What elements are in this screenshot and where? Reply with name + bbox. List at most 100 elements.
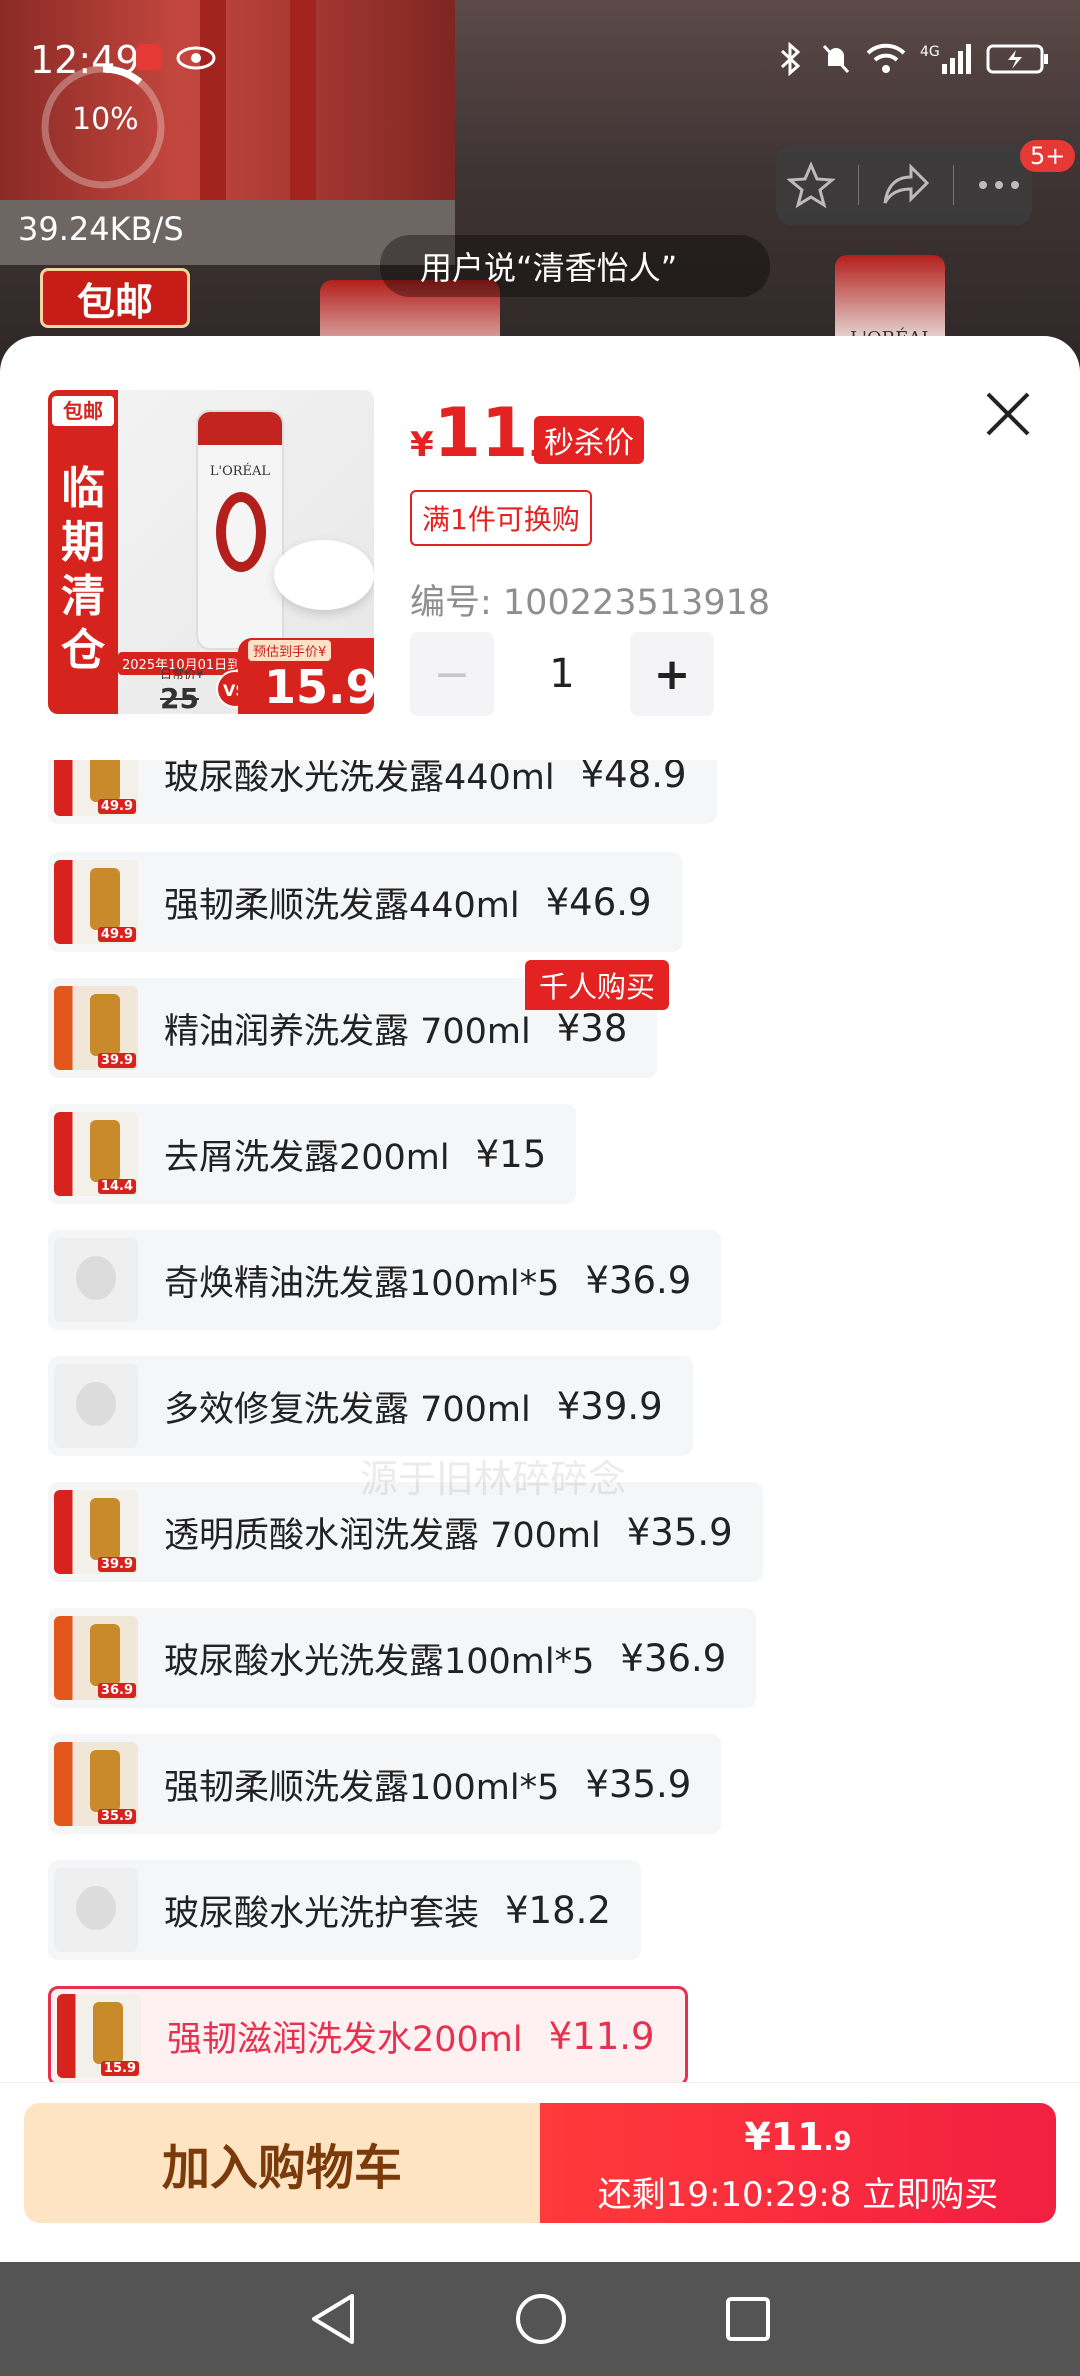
variant-label: 去屑洗发露200ml: [164, 1137, 450, 1178]
variant-item-selected[interactable]: 15.9 强韧滋润洗发水200ml ¥11.9: [48, 1986, 688, 2086]
variant-price: ¥36.9: [585, 1258, 692, 1302]
variant-item[interactable]: 14.4 去屑洗发露200ml ¥15: [48, 1104, 577, 1204]
top-action-pill: [776, 145, 1032, 225]
image-char: 期: [61, 517, 105, 568]
thumb-placeholder-shape: [76, 1382, 116, 1426]
free-shipping-badge: 包邮: [40, 268, 190, 328]
recents-icon[interactable]: [724, 2295, 772, 2343]
variant-thumbnail: 49.9: [54, 760, 138, 816]
share-icon[interactable]: [881, 163, 931, 207]
thumb-price: 49.9: [97, 927, 136, 942]
sku-selector-sheet: 包邮 临 期 清 仓 L'ORÉAL 2025年10月01日到期 日常价¥ 25 …: [0, 336, 1080, 2262]
variant-thumbnail: 49.9: [54, 860, 138, 944]
bottle-logo-shape: [216, 492, 266, 572]
signal-icon: 4G: [920, 44, 971, 74]
variant-item[interactable]: 玻尿酸水光洗护套装 ¥18.2: [48, 1860, 641, 1960]
variant-price: ¥11.9: [548, 2014, 655, 2058]
variant-label: 玻尿酸水光洗发露100ml*5: [164, 1641, 595, 1682]
thumb-product-shape: [90, 1120, 120, 1182]
variant-item[interactable]: 35.9 强韧柔顺洗发露100ml*5 ¥35.9: [48, 1734, 722, 1834]
seckill-badge: 秒杀价: [534, 416, 644, 464]
variant-price: ¥18.2: [505, 1888, 611, 1932]
daily-price-block: 日常价¥ 25: [160, 665, 204, 714]
quantity-minus-button[interactable]: −: [410, 632, 494, 716]
buy-now-button[interactable]: ¥11.9 还剩19:10:29:8 立即购买: [540, 2103, 1056, 2223]
image-free-shipping-tag: 包邮: [52, 396, 114, 426]
image-char: 临: [61, 463, 105, 514]
variant-price: ¥46.9: [545, 880, 652, 924]
variant-item[interactable]: 49.9 强韧柔顺洗发露440ml ¥46.9: [48, 852, 682, 952]
sku-number: 编号: 100223513918: [410, 583, 771, 623]
buy-countdown-text: 还剩19:10:29:8 立即购买: [597, 2175, 999, 2215]
thumb-placeholder-shape: [76, 1886, 116, 1930]
bluetooth-icon: [780, 42, 801, 76]
estimate-price-box: 预估到手价¥ 15.9: [238, 638, 374, 714]
estimate-label: 预估到手价¥: [248, 640, 332, 661]
hot-sale-tag: 千人购买: [525, 960, 670, 1010]
thumb-product-shape: [90, 1498, 120, 1560]
image-char: 仓: [61, 625, 105, 676]
bottle-brand: L'ORÉAL: [209, 464, 271, 479]
thumb-product-shape: [90, 1624, 120, 1686]
variant-price: ¥48.9: [580, 760, 687, 796]
svg-text:4G: 4G: [920, 44, 940, 60]
quantity-plus-button[interactable]: +: [630, 632, 714, 716]
variant-label: 精油润养洗发露 700ml: [164, 1011, 531, 1052]
variant-label: 强韧柔顺洗发露100ml*5: [164, 1767, 560, 1808]
thumb-price: 49.9: [97, 799, 136, 814]
variant-thumbnail-placeholder: [54, 1868, 138, 1952]
battery-icon: [986, 44, 1048, 74]
wifi-icon: [866, 43, 906, 73]
back-icon[interactable]: [308, 2292, 358, 2346]
variant-thumbnail-placeholder: [54, 1238, 138, 1322]
image-char: 清: [61, 571, 105, 622]
notification-badge: 5+: [1020, 140, 1076, 172]
estimate-price: 15.9: [264, 660, 374, 714]
quantity-value[interactable]: 1: [494, 651, 630, 697]
exchange-tag: 满1件可换购: [410, 490, 592, 546]
variant-item[interactable]: 36.9 玻尿酸水光洗发露100ml*5 ¥36.9: [48, 1608, 757, 1708]
thumb-price: 39.9: [97, 1053, 136, 1068]
variant-thumbnail: 39.9: [54, 1490, 138, 1574]
thumb-price: 15.9: [100, 2061, 139, 2076]
image-vertical-text: 临 期 清 仓: [52, 462, 114, 678]
variant-list[interactable]: 千人购买 49.9 玻尿酸水光洗发露440ml ¥48.9 49.9 强韧柔顺洗…: [0, 760, 1080, 2086]
shampoo-bottle-image: L'ORÉAL: [196, 410, 284, 650]
thumb-product-shape: [93, 2002, 123, 2064]
variant-label: 强韧柔顺洗发露440ml: [164, 885, 520, 926]
variant-item[interactable]: 多效修复洗发露 700ml ¥39.9: [48, 1356, 693, 1456]
quantity-stepper: − 1 +: [410, 632, 714, 716]
divider: [953, 165, 955, 205]
favorite-star-icon[interactable]: [787, 161, 836, 209]
system-icons: 4G: [776, 42, 1050, 76]
system-nav-bar: [0, 2262, 1080, 2376]
add-to-cart-button[interactable]: 加入购物车: [24, 2103, 540, 2223]
buy-price: ¥11.9: [540, 2115, 1056, 2159]
network-speed: 39.24KB/S: [18, 210, 184, 248]
variant-thumbnail-placeholder: [54, 1364, 138, 1448]
watermark: 源于旧林碎碎念: [360, 1457, 627, 1501]
divider: [857, 165, 859, 205]
thumb-price: 35.9: [97, 1809, 136, 1824]
variant-thumbnail: 35.9: [54, 1742, 138, 1826]
buy-price-decimal: .9: [823, 2127, 852, 2157]
close-icon[interactable]: [980, 386, 1036, 442]
variant-thumbnail: 36.9: [54, 1616, 138, 1700]
variant-item[interactable]: 49.9 玻尿酸水光洗发露440ml ¥48.9: [48, 760, 717, 824]
variant-item[interactable]: 奇焕精油洗发露100ml*5 ¥36.9: [48, 1230, 722, 1330]
thumb-price: 36.9: [97, 1683, 136, 1698]
variant-thumbnail: 15.9: [57, 1994, 141, 2078]
variant-thumbnail: 39.9: [54, 986, 138, 1070]
eye-icon: [176, 46, 216, 70]
speed-percent: 10%: [72, 102, 139, 137]
thumb-product-shape: [90, 994, 120, 1056]
variant-thumbnail: 14.4: [54, 1112, 138, 1196]
variant-label: 奇焕精油洗发露100ml*5: [164, 1263, 560, 1304]
home-icon[interactable]: [514, 2292, 568, 2346]
more-icon[interactable]: [977, 179, 1021, 191]
thumb-product-shape: [90, 1750, 120, 1812]
variant-price: ¥35.9: [585, 1762, 692, 1806]
product-image: 包邮 临 期 清 仓 L'ORÉAL 2025年10月01日到期 日常价¥ 25 …: [48, 390, 374, 714]
daily-price: 25: [160, 682, 199, 714]
buy-price-integer: ¥11: [744, 2115, 824, 2159]
